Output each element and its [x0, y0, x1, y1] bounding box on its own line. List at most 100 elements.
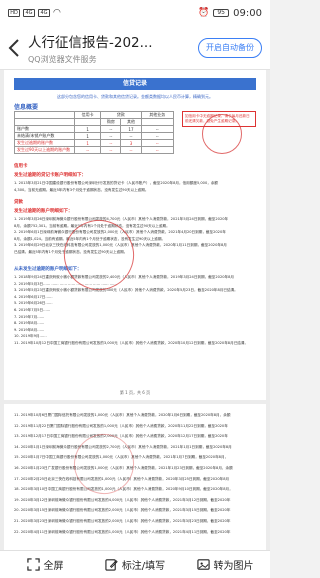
- table-cell: --: [100, 146, 122, 154]
- wifi-icon: ◠: [53, 8, 61, 18]
- table-cell: [73, 118, 102, 126]
- credit-card-title: 信用卡: [14, 164, 28, 169]
- auto-backup-button[interactable]: 开启自动备份: [198, 37, 262, 58]
- annotate-button[interactable]: 标注/填写: [90, 551, 180, 578]
- loan-line: 8月，余额1,024。当前有逾期。最近5年内有1个月处于逾期状态，没有发生过90…: [14, 236, 166, 241]
- app-header: 人行征信报告-202... QQ浏览器文件服务 开启自动备份: [0, 26, 270, 70]
- table-row: 未结清/未销户账户数 1 -- -- --: [14, 132, 175, 140]
- summary-title: 信息概要: [14, 104, 39, 111]
- detail-line: 11. 2019年10月6日厦门国际信托有限公司发放的1,000元（人民币）其他…: [14, 413, 231, 417]
- detail-line: 21. 2020年3月23日深圳前海微众银行股份有限公司发放的2,000元（人民…: [14, 518, 231, 523]
- detail-line: 20. 2020年3月15日深圳前海微众银行股份有限公司发放的2,000元（人民…: [14, 508, 231, 513]
- chevron-left-icon: [8, 38, 19, 57]
- red-seal-stamp: [202, 114, 242, 154]
- battery-icon: 95: [213, 9, 230, 17]
- document-title: 人行征信报告-202...: [28, 34, 153, 51]
- summary-table: 信用卡 贷款 其他业务 购房 其他 账户数 1 -- 17 -- 未结清/未销户…: [14, 111, 175, 154]
- intro-note: 这部分包含您的信用卡、贷款和其他信贷记录。金额类数据均以人民币计算，精确到元。: [57, 94, 213, 99]
- table-cell: --: [140, 132, 175, 140]
- title-block: 人行征信报告-202... QQ浏览器文件服务: [28, 31, 198, 65]
- annotate-label: 标注/填写: [121, 561, 166, 572]
- detail-line: 5. 2019年6月26日……: [14, 301, 53, 306]
- table-cell: 其他: [120, 118, 142, 126]
- document-source: QQ浏览器文件服务: [28, 54, 97, 64]
- detail-line: 2. 2019年5月3日…… …… …… …… …… …… …… …… ……: [14, 281, 117, 286]
- table-row: 发生过90天以上逾期的账户数 -- -- -- --: [14, 146, 175, 154]
- table-cell: --: [73, 146, 102, 154]
- detail-line: 17. 2020年2月25日北京三快在线科技有限公司发放的1,000元（人民币）…: [14, 476, 230, 481]
- detail-line: 11. 2019年10月12日中国工商银行股份有限公司发放的3,000元（人民币…: [14, 340, 249, 345]
- table-cell: [140, 118, 175, 126]
- table-cell: --: [100, 132, 122, 140]
- signal-4g-icon: 4G: [23, 9, 35, 17]
- table-cell: 其他业务: [140, 111, 175, 119]
- status-bar: HD 4G 4G ◠ ⏰ 95 09:00: [0, 0, 270, 26]
- convert-to-image-button[interactable]: 转为图片: [180, 551, 270, 578]
- table-cell: 账户数: [14, 125, 75, 133]
- detail-line: 14. 2020年1月1日深圳前海微众银行股份有限公司发放的2,700元（人民币…: [14, 444, 232, 449]
- table-cell: --: [100, 125, 122, 133]
- table-cell: 1: [73, 132, 102, 140]
- alarm-icon: ⏰: [197, 8, 210, 18]
- detail-line: 12. 2019年11月22日厦门国际银行股份有限公司发放的1,000元（人民币…: [14, 423, 228, 428]
- status-left: HD 4G 4G ◠: [8, 8, 61, 18]
- status-right: ⏰ 95 09:00: [198, 8, 262, 19]
- credit-card-line: 4,300。当前无逾期。最近5年内有3个月处于逾期状态，没有发生过90天以上逾期…: [14, 187, 149, 192]
- detail-line: 13. 2019年12月17日中国工商银行股份有限公司发放的2,000元（人民币…: [14, 434, 228, 439]
- page2-lines: 11. 2019年10月6日厦门国际信托有限公司发放的1,000元（人民币）其他…: [14, 412, 256, 539]
- loan-subtitle: 发生过逾期的账户明细如下：: [14, 209, 73, 214]
- fullscreen-button[interactable]: 全屏: [0, 551, 90, 578]
- bottom-toolbar: 全屏 标注/填写 转为图片: [0, 550, 270, 578]
- table-cell: 信用卡: [73, 111, 102, 119]
- table-header-row: 信用卡 贷款 其他业务: [14, 111, 175, 119]
- table-cell: --: [140, 146, 175, 154]
- detail-line: 15. 2020年1月7日中国工商银行股份有限公司发放的1,000元（人民币）其…: [14, 455, 229, 460]
- table-cell: --: [100, 139, 122, 147]
- detail-line: 16. 2020年1月23日广发银行股份有限公司发放的1,000元（人民币）其他…: [14, 465, 233, 470]
- loan-line: 3. 2019年6月29日北京三快在线科技有限公司发放的1,000元（人民币）其…: [14, 243, 227, 248]
- fullscreen-label: 全屏: [43, 561, 64, 572]
- detail-line: 18. 2020年3月10日中国工商银行股份有限公司发放的1,000元（人民币）…: [14, 487, 233, 492]
- table-row: 账户数 1 -- 17 --: [14, 125, 175, 133]
- detail-line: 6. 2019年7月5日……: [14, 307, 51, 312]
- table-cell: --: [140, 139, 175, 147]
- credit-card-section: 信用卡 发生过逾期的贷记卡账户明细如下： 1. 2013年3月21日中国建设银行…: [14, 160, 256, 193]
- loan-line: 2. 2019年6月1日深圳前海微众银行股份有限公司发放的2,000元（人民币）…: [14, 230, 226, 235]
- table-cell: 1: [73, 125, 102, 133]
- back-button[interactable]: [0, 26, 28, 70]
- edit-icon: [105, 559, 118, 571]
- detail-line: 3. 2019年5月23日重庆蚂蚁小微小额贷款有限公司发放的300元（人民币）其…: [14, 288, 238, 293]
- no-overdue-title: 从未发生过逾期的账户明细如下：: [14, 267, 82, 272]
- image-icon: [196, 559, 210, 570]
- hd-indicator: HD: [8, 9, 20, 17]
- loan-line: 1. 2019年3月26日深圳前海微众银行股份有限公司发放的4,700元（人民币…: [14, 217, 229, 221]
- table-cell: 购房: [100, 118, 122, 126]
- table-row: 发生过逾期的账户数 1 -- 3 --: [14, 139, 175, 147]
- detail-line: 10. 2019年9月……: [14, 334, 47, 339]
- page-number: 第 1 页，共 6 页: [119, 390, 151, 395]
- table-cell: 3: [120, 139, 142, 147]
- table-cell: 17: [120, 125, 142, 133]
- table-cell: --: [120, 146, 142, 154]
- table-cell: 贷款: [100, 111, 142, 119]
- table-cell: --: [120, 132, 142, 140]
- detail-line: 1. 2018年9月24日重庆蚂蚁小微小额贷款有限公司发放的2,400元（人民币…: [14, 275, 235, 279]
- no-overdue-section: 从未发生过逾期的账户明细如下： 1. 2018年9月24日重庆蚂蚁小微小额贷款有…: [14, 266, 256, 347]
- table-cell: 未结清/未销户账户数: [14, 132, 75, 140]
- detail-line: 4. 2019年6月17日……: [14, 294, 53, 299]
- table-cell: --: [140, 125, 175, 133]
- document-viewer[interactable]: 信贷记录 这部分包含您的信用卡、贷款和其他信贷记录。金额类数据均以人民币计算，精…: [0, 70, 270, 550]
- table-cell: 发生过逾期的账户数: [14, 139, 75, 147]
- document-page-1: 信贷记录 这部分包含您的信用卡、贷款和其他信贷记录。金额类数据均以人民币计算，精…: [4, 70, 266, 400]
- table-cell: 发生过90天以上逾期的账户数: [14, 146, 75, 154]
- convert-label: 转为图片: [213, 561, 254, 572]
- document-page-2: 11. 2019年10月6日厦门国际信托有限公司发放的1,000元（人民币）其他…: [4, 404, 266, 550]
- table-subheader-row: 购房 其他: [14, 118, 175, 126]
- credit-card-line: 1. 2013年3月21日中国建设银行股份有限公司深圳分行发放的贷记卡（人民币账…: [14, 181, 219, 185]
- loan-line: 已结清。最近5年内有1个月处于逾期状态，没有发生过90天以上逾期。: [14, 249, 128, 254]
- loan-line: 8月，余额752,301。当前有逾期。最近5年内有1个月处于逾期状态，没有发生过…: [14, 223, 170, 228]
- section-band-title: 信贷记录: [14, 78, 256, 90]
- signal-4g-icon-2: 4G: [38, 9, 50, 17]
- detail-line: 9. 2019年8月……: [14, 327, 45, 332]
- detail-line: 19. 2020年3月12日深圳前海微众银行股份有限公司发放的4,000元（人民…: [14, 497, 231, 502]
